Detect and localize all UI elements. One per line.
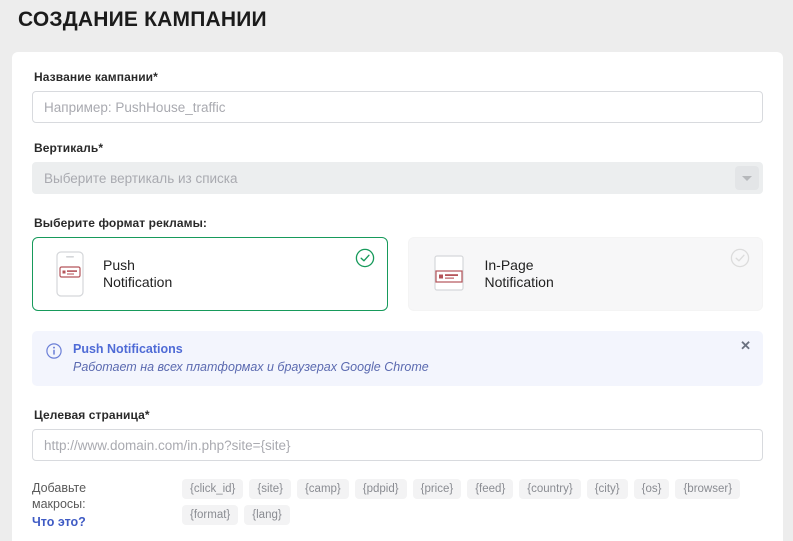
- macro-tag[interactable]: {price}: [412, 479, 462, 499]
- macros-lead-line2: макросы:: [32, 497, 86, 511]
- ad-format-push-label: Push Notification: [103, 257, 172, 291]
- macro-tag[interactable]: {site}: [249, 479, 291, 499]
- campaign-form-card: Название кампании* Вертикаль* Выберите в…: [12, 52, 783, 541]
- ad-format-option-push[interactable]: Push Notification: [32, 237, 388, 311]
- macro-tag[interactable]: {format}: [182, 505, 239, 525]
- info-banner-text: Push Notifications Работает на всех плат…: [73, 342, 429, 375]
- macro-tag[interactable]: {os}: [633, 479, 670, 499]
- macros-lead-line1: Добавьте: [32, 481, 87, 495]
- macros-lead: Добавьте макросы: Что это?: [32, 477, 182, 529]
- vertical-select-value[interactable]: Выберите вертикаль из списка: [32, 162, 763, 194]
- ad-format-options: Push Notification In-Page Notification: [32, 237, 763, 311]
- vertical-select[interactable]: Выберите вертикаль из списка: [32, 162, 763, 194]
- campaign-name-label: Название кампании*: [34, 70, 158, 84]
- ad-format-option-inpage[interactable]: In-Page Notification: [407, 237, 763, 311]
- ad-format-inpage-line1: In-Page: [484, 257, 534, 273]
- info-banner-subtitle: Работает на всех платформах и браузерах …: [73, 360, 429, 374]
- push-info-banner: Push Notifications Работает на всех плат…: [32, 331, 763, 386]
- macro-tag[interactable]: {feed}: [467, 479, 514, 499]
- macros-section: Добавьте макросы: Что это? {click_id} {s…: [32, 477, 763, 529]
- phone-push-icon: [53, 251, 87, 297]
- ad-format-inpage-label: In-Page Notification: [485, 257, 554, 291]
- vertical-dropdown-button[interactable]: [735, 166, 759, 190]
- landing-page-label: Целевая страница*: [34, 408, 150, 422]
- macro-tag[interactable]: {browser}: [675, 479, 741, 499]
- macros-tag-list: {click_id} {site} {camp} {pdpid} {price}…: [182, 477, 763, 525]
- macro-tag[interactable]: {lang}: [244, 505, 290, 525]
- ad-format-label: Выберите формат рекламы:: [34, 216, 208, 230]
- check-circle-icon: [355, 248, 375, 268]
- inpage-banner-icon: [429, 254, 469, 294]
- ad-format-push-line2: Notification: [103, 274, 173, 290]
- close-icon[interactable]: ✕: [740, 339, 751, 352]
- info-banner-title: Push Notifications: [73, 342, 183, 356]
- macro-tag[interactable]: {pdpid}: [354, 479, 407, 499]
- chevron-down-icon: [742, 175, 752, 181]
- vertical-label: Вертикаль*: [34, 141, 104, 155]
- ad-format-inpage-line2: Notification: [484, 274, 554, 290]
- macro-tag[interactable]: {city}: [586, 479, 628, 499]
- campaign-create-page: СОЗДАНИЕ КАМПАНИИ Название кампании* Вер…: [0, 0, 793, 541]
- page-title: СОЗДАНИЕ КАМПАНИИ: [18, 8, 267, 31]
- macros-help-link[interactable]: Что это?: [32, 515, 182, 529]
- macro-tag[interactable]: {camp}: [296, 479, 349, 499]
- macro-tag[interactable]: {click_id}: [182, 479, 244, 499]
- info-circle-icon: [46, 343, 62, 359]
- ad-format-push-line1: Push: [103, 257, 135, 273]
- check-circle-icon-inactive: [730, 248, 750, 268]
- macro-tag[interactable]: {country}: [519, 479, 581, 499]
- landing-page-input[interactable]: [32, 429, 763, 461]
- campaign-name-input[interactable]: [32, 91, 763, 123]
